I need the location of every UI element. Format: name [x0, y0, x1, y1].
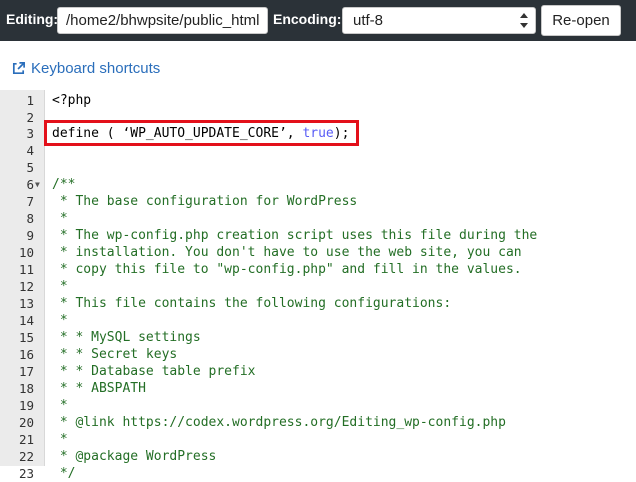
code-line: 21 *	[0, 431, 636, 448]
line-number: 3	[26, 126, 34, 141]
editing-label: Editing:	[6, 11, 59, 27]
code-line: 17 * * Database table prefix	[0, 363, 636, 380]
line-number: 19	[18, 398, 34, 413]
editor-toolbar: Editing: Encoding: utf-8 Re-open	[0, 0, 636, 41]
line-number: 5	[26, 160, 34, 175]
code-editor[interactable]: 1 <?php 2 3 define ( ‘WP_AUTO_UPDATE_COR…	[0, 90, 636, 481]
code-line: 6 ▼ /**	[0, 176, 636, 193]
line-number: 18	[18, 381, 34, 396]
line-number: 12	[18, 279, 34, 294]
code-text: * * MySQL settings	[52, 330, 201, 345]
line-number: 16	[18, 347, 34, 362]
highlight-annotation-box	[44, 120, 359, 146]
code-text: * This file contains the following confi…	[52, 296, 452, 311]
code-text: * * Secret keys	[52, 347, 178, 362]
code-line: 7 * The base configuration for WordPress	[0, 193, 636, 210]
code-text: *	[52, 398, 68, 413]
line-number: 1	[26, 93, 34, 108]
code-line: 9 * The wp-config.php creation script us…	[0, 227, 636, 244]
file-path-input[interactable]	[57, 7, 268, 34]
line-number: 20	[18, 415, 34, 430]
code-line: 12 *	[0, 278, 636, 295]
code-text: *	[52, 211, 68, 226]
code-text: * The base configuration for WordPress	[52, 194, 358, 209]
code-text: *	[52, 279, 68, 294]
encoding-select-value: utf-8	[353, 12, 384, 29]
encoding-select[interactable]: utf-8	[342, 7, 536, 34]
line-number: 17	[18, 364, 34, 379]
line-number: 14	[18, 313, 34, 328]
code-text: <?php	[52, 93, 92, 108]
line-number: 21	[18, 432, 34, 447]
code-text: *	[52, 432, 68, 447]
code-line: 1 <?php	[0, 92, 636, 109]
line-number: 4	[26, 143, 34, 158]
line-number: 7	[26, 194, 34, 209]
code-line: 13 * This file contains the following co…	[0, 295, 636, 312]
code-line: 10 * installation. You don't have to use…	[0, 244, 636, 261]
line-number: 15	[18, 330, 34, 345]
line-number: 9	[26, 228, 34, 243]
code-text: * @package WordPress	[52, 449, 217, 464]
code-text: * copy this file to "wp-config.php" and …	[52, 262, 522, 277]
code-text: /**	[52, 177, 76, 192]
code-line: 11 * copy this file to "wp-config.php" a…	[0, 261, 636, 278]
code-text: * * Database table prefix	[52, 364, 256, 379]
code-line: 18 * * ABSPATH	[0, 380, 636, 397]
fold-arrow-icon[interactable]: ▼	[35, 176, 40, 193]
code-line: 15 * * MySQL settings	[0, 329, 636, 346]
code-line: 8 *	[0, 210, 636, 227]
code-text: * The wp-config.php creation script uses…	[52, 228, 538, 243]
code-line: 23 */	[0, 465, 636, 482]
line-number: 6	[26, 177, 34, 192]
external-link-icon	[12, 62, 25, 75]
keyboard-shortcuts-label: Keyboard shortcuts	[31, 60, 161, 77]
code-line: 14 *	[0, 312, 636, 329]
code-line: 22 * @package WordPress	[0, 448, 636, 465]
line-number: 22	[18, 449, 34, 464]
code-text: *	[52, 313, 68, 328]
line-number: 8	[26, 211, 34, 226]
code-text: */	[52, 466, 76, 481]
line-number: 13	[18, 296, 34, 311]
code-text: * installation. You don't have to use th…	[52, 245, 522, 260]
code-line: 16 * * Secret keys	[0, 346, 636, 363]
line-number: 23	[18, 466, 34, 481]
encoding-label: Encoding:	[273, 11, 342, 27]
code-line: 5	[0, 159, 636, 176]
code-text: * * ABSPATH	[52, 381, 146, 396]
code-line: 19 *	[0, 397, 636, 414]
code-line: 20 * @link https://codex.wordpress.org/E…	[0, 414, 636, 431]
line-number: 2	[26, 110, 34, 125]
reopen-button[interactable]: Re-open	[541, 5, 621, 36]
code-text: * @link https://codex.wordpress.org/Edit…	[52, 415, 506, 430]
select-arrows-icon	[520, 13, 528, 28]
keyboard-shortcuts-link[interactable]: Keyboard shortcuts	[11, 60, 160, 77]
line-number: 11	[18, 262, 34, 277]
line-number: 10	[18, 245, 34, 260]
